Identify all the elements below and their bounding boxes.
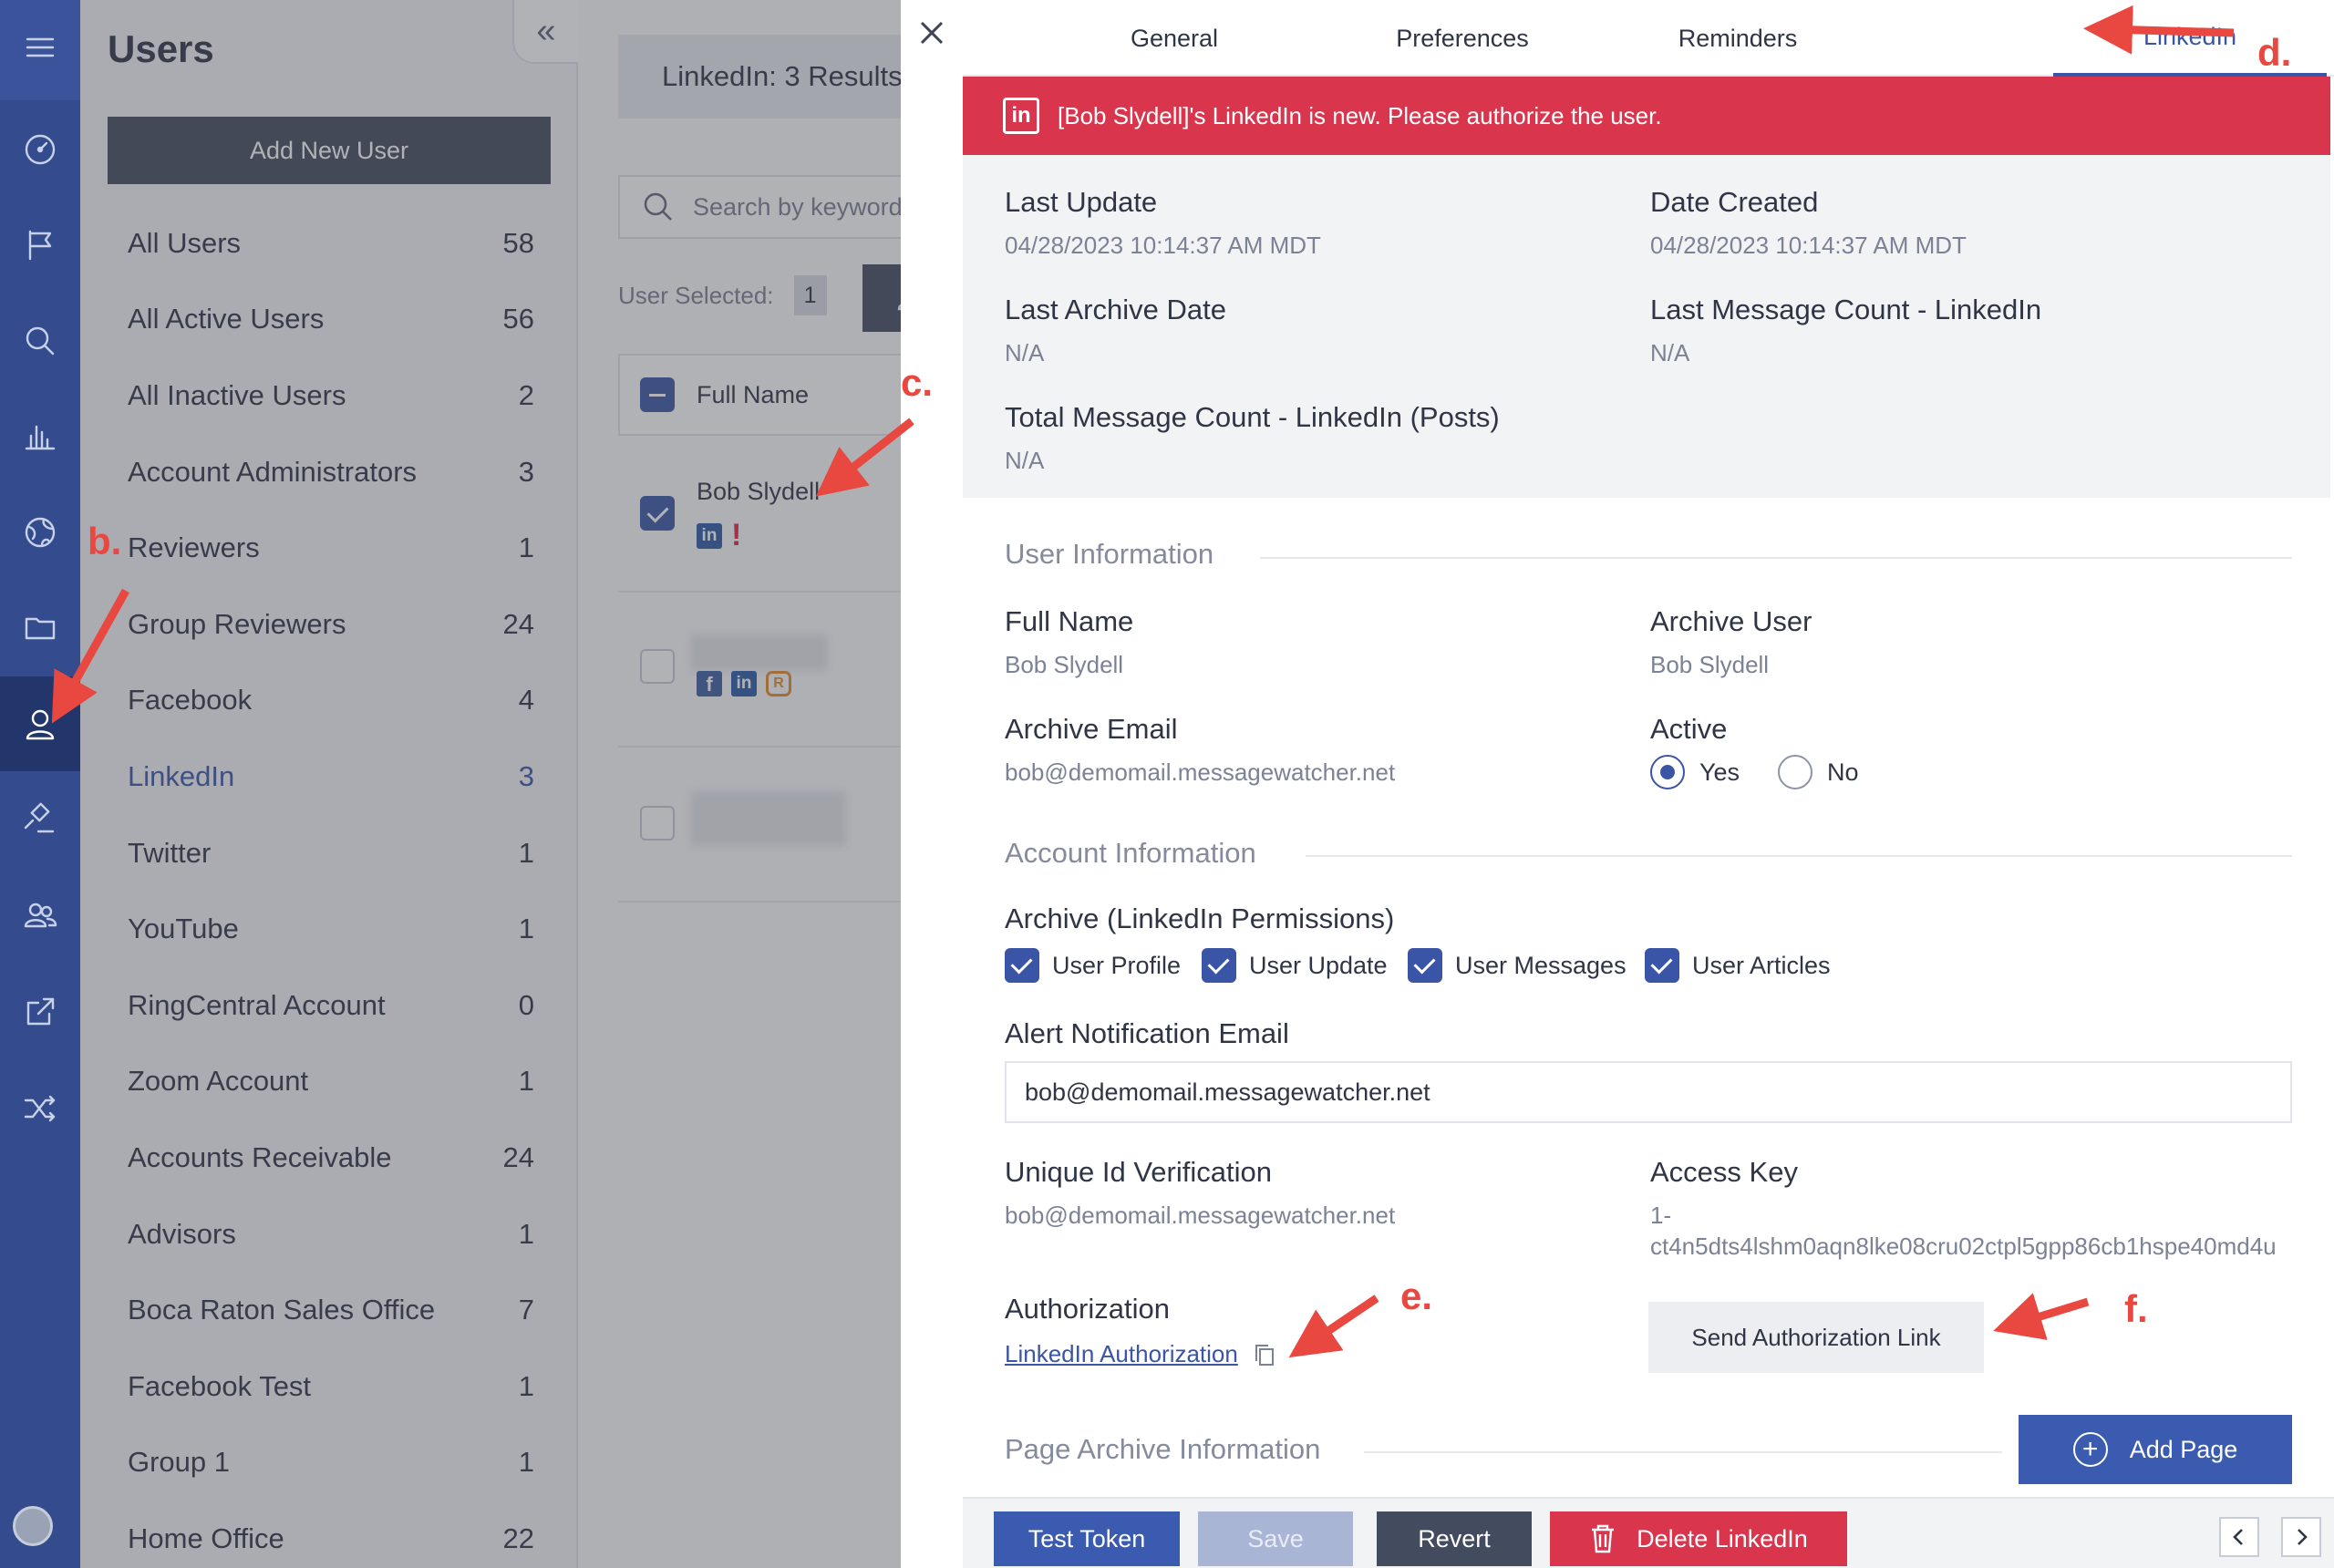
chevron-left-icon (2233, 1529, 2243, 1545)
next-record-button[interactable] (2281, 1517, 2321, 1557)
user-icon[interactable] (0, 676, 80, 771)
search-icon[interactable] (0, 294, 80, 388)
drawer-footer: Test Token Save Revert Delete LinkedIn (963, 1497, 2334, 1568)
alert-email-field[interactable] (1005, 1061, 2292, 1123)
annotation-label-f: f. (2124, 1287, 2148, 1330)
annotation-label-c: c. (901, 361, 934, 404)
shuffle-icon[interactable] (0, 1061, 80, 1156)
last-update-label: Last Update (1005, 186, 1158, 218)
trash-icon (1592, 1524, 1615, 1553)
alert-banner: in [Bob Slydell]'s LinkedIn is new. Plea… (963, 77, 2330, 155)
add-page-label: Add Page (2129, 1435, 2238, 1463)
section-divider (1364, 1451, 2002, 1453)
test-token-button[interactable]: Test Token (994, 1511, 1180, 1566)
access-key-prefix: 1- (1650, 1202, 1672, 1229)
last-update-value: 04/28/2023 10:14:37 AM MDT (1005, 232, 1321, 259)
tab-reminders[interactable]: Reminders (1647, 0, 1829, 77)
checkbox-indicator (1645, 948, 1679, 983)
add-page-button[interactable]: + Add Page (2019, 1415, 2292, 1484)
active-yes-label: Yes (1699, 758, 1740, 786)
date-created-value: 04/28/2023 10:14:37 AM MDT (1650, 232, 1967, 259)
archive-email-label: Archive Email (1005, 713, 1178, 745)
plus-circle-icon: + (2072, 1432, 2108, 1467)
close-icon (920, 21, 944, 45)
globe-icon[interactable] (0, 485, 80, 580)
section-divider (1306, 855, 2292, 857)
close-drawer-button[interactable] (901, 0, 963, 66)
user-detail-drawer: General Preferences Reminders LinkedIn i… (901, 0, 2334, 1568)
checkbox-indicator (1408, 948, 1442, 983)
folder-icon[interactable] (0, 580, 80, 675)
linkedin-authorization-link[interactable]: LinkedIn Authorization (1005, 1340, 1238, 1368)
annotation-label-e: e. (1400, 1274, 1433, 1317)
radio-indicator (1650, 755, 1685, 789)
drawer-tabs: General Preferences Reminders LinkedIn (963, 0, 2334, 77)
flag-icon[interactable] (0, 197, 80, 292)
permission-label: User Messages (1455, 951, 1627, 979)
chart-icon[interactable] (0, 388, 80, 483)
group-icon[interactable] (0, 868, 80, 963)
archive-user-label: Archive User (1650, 605, 1812, 637)
date-created-label: Date Created (1650, 186, 1819, 218)
full-name-label: Full Name (1005, 605, 1134, 637)
permission-label: User Profile (1052, 951, 1182, 979)
linkedin-icon: in (1003, 98, 1039, 134)
dashboard-icon[interactable] (0, 102, 80, 197)
section-divider (1260, 557, 2292, 559)
nav-rail (0, 0, 80, 1568)
summary-panel: Last Update 04/28/2023 10:14:37 AM MDT D… (963, 155, 2330, 498)
last-archive-label: Last Archive Date (1005, 294, 1226, 325)
permission-user-articles-checkbox[interactable]: User Articles (1645, 948, 1831, 983)
last-message-count-label: Last Message Count - LinkedIn (1650, 294, 2042, 325)
access-key-value: ct4n5dts4lshm0aqn8lke08cru02ctpl5gpp86cb… (1650, 1233, 2277, 1260)
delete-linkedin-button[interactable]: Delete LinkedIn (1550, 1511, 1847, 1566)
alert-email-label: Alert Notification Email (1005, 1017, 1289, 1049)
previous-record-button[interactable] (2219, 1517, 2259, 1557)
export-icon[interactable] (0, 965, 80, 1059)
alert-message: [Bob Slydell]'s LinkedIn is new. Please … (1058, 101, 1662, 129)
archive-user-value: Bob Slydell (1650, 651, 1770, 678)
radio-indicator (1778, 755, 1812, 789)
permissions-label: Archive (LinkedIn Permissions) (1005, 903, 1395, 934)
unique-id-label: Unique Id Verification (1005, 1156, 1272, 1188)
annotation-label-b: b. (88, 520, 122, 562)
avatar[interactable] (13, 1506, 53, 1546)
full-name-value: Bob Slydell (1005, 651, 1124, 678)
section-user-information: User Information (1005, 538, 1214, 570)
tab-preferences[interactable]: Preferences (1371, 0, 1554, 77)
active-no-label: No (1827, 758, 1859, 786)
access-key-label: Access Key (1650, 1156, 1798, 1188)
permission-label: User Update (1249, 951, 1388, 979)
send-authorization-link-button[interactable]: Send Authorization Link (1648, 1302, 1984, 1373)
revert-button[interactable]: Revert (1377, 1511, 1532, 1566)
archive-email-value: bob@demomail.messagewatcher.net (1005, 758, 1396, 786)
permission-user-messages-checkbox[interactable]: User Messages (1408, 948, 1627, 983)
delete-linkedin-label: Delete LinkedIn (1637, 1524, 1808, 1553)
section-account-information: Account Information (1005, 837, 1256, 869)
authorization-label: Authorization (1005, 1293, 1170, 1325)
checkbox-indicator (1202, 948, 1236, 983)
section-page-archive-information: Page Archive Information (1005, 1433, 1321, 1465)
total-message-count-label: Total Message Count - LinkedIn (Posts) (1005, 401, 1500, 433)
permission-user-update-checkbox[interactable]: User Update (1202, 948, 1388, 983)
annotation-label-d: d. (2257, 31, 2292, 74)
menu-icon[interactable] (0, 0, 80, 95)
gavel-icon[interactable] (0, 771, 80, 866)
permission-label: User Articles (1692, 951, 1831, 979)
last-message-count-value: N/A (1650, 339, 1690, 366)
last-archive-value: N/A (1005, 339, 1045, 366)
active-label: Active (1650, 713, 1728, 745)
unique-id-value: bob@demomail.messagewatcher.net (1005, 1202, 1396, 1229)
save-button[interactable]: Save (1198, 1511, 1353, 1566)
active-yes-radio[interactable]: Yes (1650, 755, 1740, 789)
active-no-radio[interactable]: No (1778, 755, 1859, 789)
modal-backdrop[interactable] (80, 0, 963, 1568)
copy-icon[interactable] (1251, 1341, 1278, 1368)
tab-general[interactable]: General (1100, 0, 1249, 77)
checkbox-indicator (1005, 948, 1039, 983)
permission-user-profile-checkbox[interactable]: User Profile (1005, 948, 1181, 983)
linkedin-authorization-link-row: LinkedIn Authorization (1005, 1340, 1278, 1368)
chevron-right-icon (2298, 1529, 2308, 1545)
total-message-count-value: N/A (1005, 447, 1045, 474)
